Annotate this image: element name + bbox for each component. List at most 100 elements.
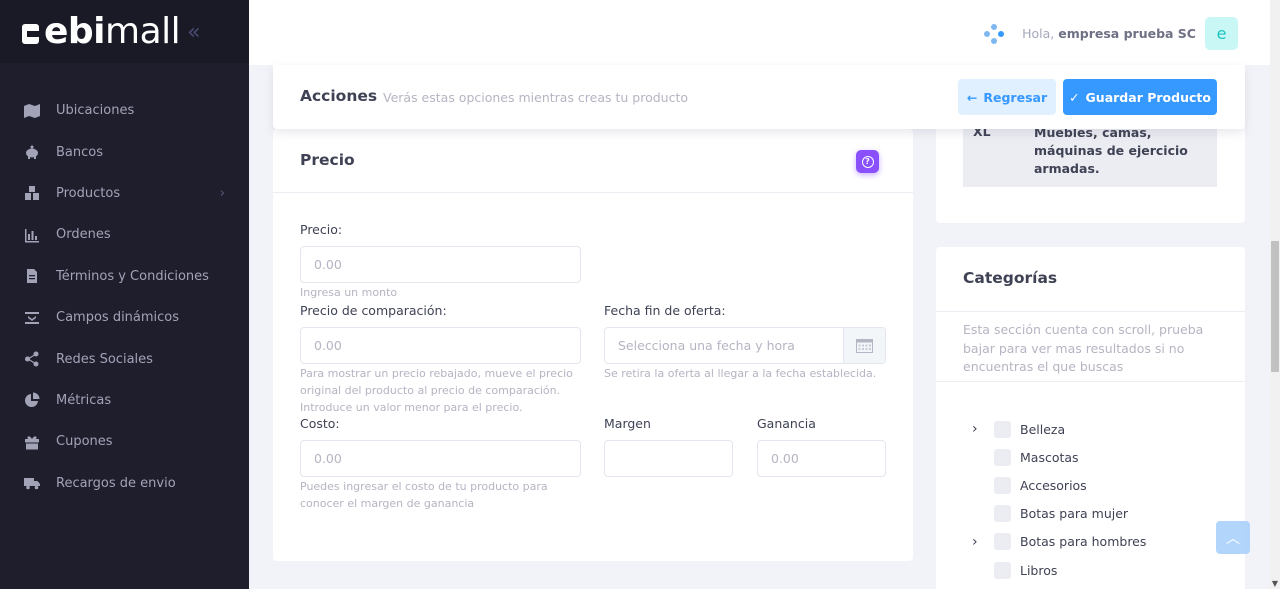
help-button[interactable]: ?	[856, 150, 879, 173]
comparacion-input[interactable]: 0.00	[300, 327, 581, 364]
gift-icon	[23, 433, 40, 450]
categories-card: Categorías Esta sección cuenta con scrol…	[936, 247, 1245, 589]
category-checkbox[interactable]	[994, 448, 1011, 466]
sidebar-item-label: Recargos de envio	[56, 475, 176, 491]
user-menu[interactable]: Hola, empresa prueba SC e	[983, 17, 1238, 50]
category-checkbox[interactable]	[994, 561, 1011, 579]
sidebar-item-productos[interactable]: Productos ›	[0, 173, 249, 214]
category-label: Botas para hombres	[1020, 534, 1147, 550]
scrollbar-thumb[interactable]	[1271, 241, 1279, 372]
category-label: Belleza	[1020, 421, 1066, 437]
category-item-mascotas[interactable]: Mascotas	[972, 443, 1146, 471]
map-icon	[23, 102, 40, 119]
sidebar-item-terminos[interactable]: Términos y Condiciones	[0, 256, 249, 297]
price-card-header: Precio ?	[273, 129, 913, 193]
actions-card: Acciones Verás estas opciones mientras c…	[273, 65, 1245, 129]
calendar-icon[interactable]	[843, 328, 885, 363]
bar-chart-icon	[23, 226, 40, 243]
categories-note: Esta sección cuenta con scroll, prueba b…	[963, 322, 1204, 374]
share-icon	[23, 351, 40, 368]
size-description: Muebles, camas, máquinas de ejercicio ar…	[1034, 125, 1188, 176]
scroll-to-top-button[interactable]: ︿	[1216, 521, 1250, 554]
save-product-button[interactable]: ✓ Guardar Producto	[1063, 79, 1217, 115]
fields-icon	[23, 309, 40, 326]
check-icon: ✓	[1069, 89, 1080, 105]
margen-input[interactable]	[604, 440, 733, 477]
back-button[interactable]: ← Regresar	[958, 79, 1056, 115]
sidebar-item-label: Ubicaciones	[56, 103, 135, 119]
brand-header: ebi mall «	[0, 0, 249, 63]
double-chevron-left-icon[interactable]: «	[187, 20, 200, 45]
category-label: Botas para mujer	[1020, 506, 1129, 522]
sidebar-item-bancos[interactable]: Bancos	[0, 131, 249, 172]
category-item-botas-mujer[interactable]: Botas para mujer	[972, 500, 1146, 528]
arrow-left-icon: ←	[966, 89, 978, 105]
sidebar-item-ordenes[interactable]: Ordenes	[0, 214, 249, 255]
comparacion-label: Precio de comparación:	[300, 303, 447, 318]
comparacion-hint: Para mostrar un precio rebajado, mueve e…	[300, 367, 573, 414]
fecha-fin-oferta-field[interactable]: Selecciona una fecha y hora	[604, 327, 886, 364]
user-greeting: Hola, empresa prueba SC	[1022, 26, 1196, 41]
top-header: Hola, empresa prueba SC e	[249, 0, 1270, 65]
category-label: Libros	[1020, 562, 1058, 578]
ebimall-logo[interactable]: ebi mall	[22, 11, 181, 52]
sidebar-item-recargos-envio[interactable]: Recargos de envio	[0, 463, 249, 504]
fecha-hint: Se retira la oferta al llegar a la fecha…	[604, 367, 877, 380]
boxes-icon	[23, 185, 40, 202]
costo-label: Costo:	[300, 416, 340, 431]
precio-hint: Ingresa un monto	[300, 286, 398, 299]
categories-title: Categorías	[963, 269, 1058, 287]
sidebar: ebi mall « Ubicaciones Bancos Productos ›…	[0, 0, 249, 589]
price-title: Precio	[300, 151, 355, 169]
diamond-dots-icon	[984, 23, 1005, 44]
category-item-libros[interactable]: Libros	[972, 556, 1146, 584]
fecha-label: Fecha fin de oferta:	[604, 303, 726, 318]
avatar[interactable]: e	[1205, 17, 1238, 50]
pie-chart-icon	[23, 392, 40, 409]
category-item-botas-hombres[interactable]: › Botas para hombres	[972, 528, 1146, 556]
scroll-down-arrow-icon[interactable]: ▼	[1272, 579, 1278, 588]
sidebar-item-label: Campos dinámicos	[56, 310, 180, 326]
sidebar-item-label: Productos	[56, 185, 121, 201]
piggy-bank-icon	[23, 144, 40, 161]
sidebar-item-redes-sociales[interactable]: Redes Sociales	[0, 338, 249, 379]
question-icon: ?	[861, 155, 874, 168]
category-checkbox[interactable]	[994, 476, 1011, 494]
sidebar-item-ubicaciones[interactable]: Ubicaciones	[0, 90, 249, 131]
sidebar-item-label: Cupones	[56, 434, 113, 450]
truck-icon	[23, 475, 40, 492]
sidebar-nav: Ubicaciones Bancos Productos › Ordenes T…	[0, 90, 249, 504]
precio-label: Precio:	[300, 222, 343, 237]
chevron-right-icon: ›	[219, 185, 225, 201]
sidebar-item-metricas[interactable]: Métricas	[0, 380, 249, 421]
costo-input[interactable]: 0.00	[300, 440, 581, 477]
sidebar-item-cupones[interactable]: Cupones	[0, 421, 249, 462]
category-label: Mascotas	[1020, 449, 1079, 465]
category-item-belleza[interactable]: › Belleza	[972, 415, 1146, 443]
costo-hint: Puedes ingresar el costo de tu producto …	[300, 480, 548, 510]
precio-input[interactable]: 0.00	[300, 246, 581, 283]
actions-subtitle: Verás estas opciones mientras creas tu p…	[383, 90, 689, 105]
category-checkbox[interactable]	[994, 420, 1011, 438]
sidebar-item-label: Redes Sociales	[56, 351, 153, 367]
ganancia-label: Ganancia	[757, 416, 816, 431]
page-scrollbar[interactable]: ▼	[1270, 0, 1280, 589]
actions-title: Acciones	[300, 87, 378, 105]
sidebar-item-campos-dinamicos[interactable]: Campos dinámicos	[0, 297, 249, 338]
margen-label: Margen	[604, 416, 651, 431]
document-icon	[23, 268, 40, 285]
categories-tree: › Belleza Mascotas Accesorios Botas para…	[972, 415, 1146, 584]
sidebar-item-label: Métricas	[56, 392, 112, 408]
ganancia-input[interactable]: 0.00	[757, 440, 886, 477]
fecha-input[interactable]: Selecciona una fecha y hora	[605, 328, 843, 363]
category-checkbox[interactable]	[994, 505, 1011, 523]
price-card: Precio ? Precio: 0.00 Ingresa un monto P…	[273, 129, 913, 561]
logo-mark-icon	[22, 23, 39, 44]
category-label: Accesorios	[1020, 477, 1087, 493]
user-name: empresa prueba SC	[1058, 26, 1196, 41]
category-checkbox[interactable]	[994, 533, 1011, 551]
chevron-right-icon[interactable]: ›	[972, 421, 994, 437]
category-item-accesorios[interactable]: Accesorios	[972, 471, 1146, 499]
chevron-right-icon[interactable]: ›	[972, 534, 994, 550]
chevron-up-icon: ︿	[1226, 530, 1240, 547]
